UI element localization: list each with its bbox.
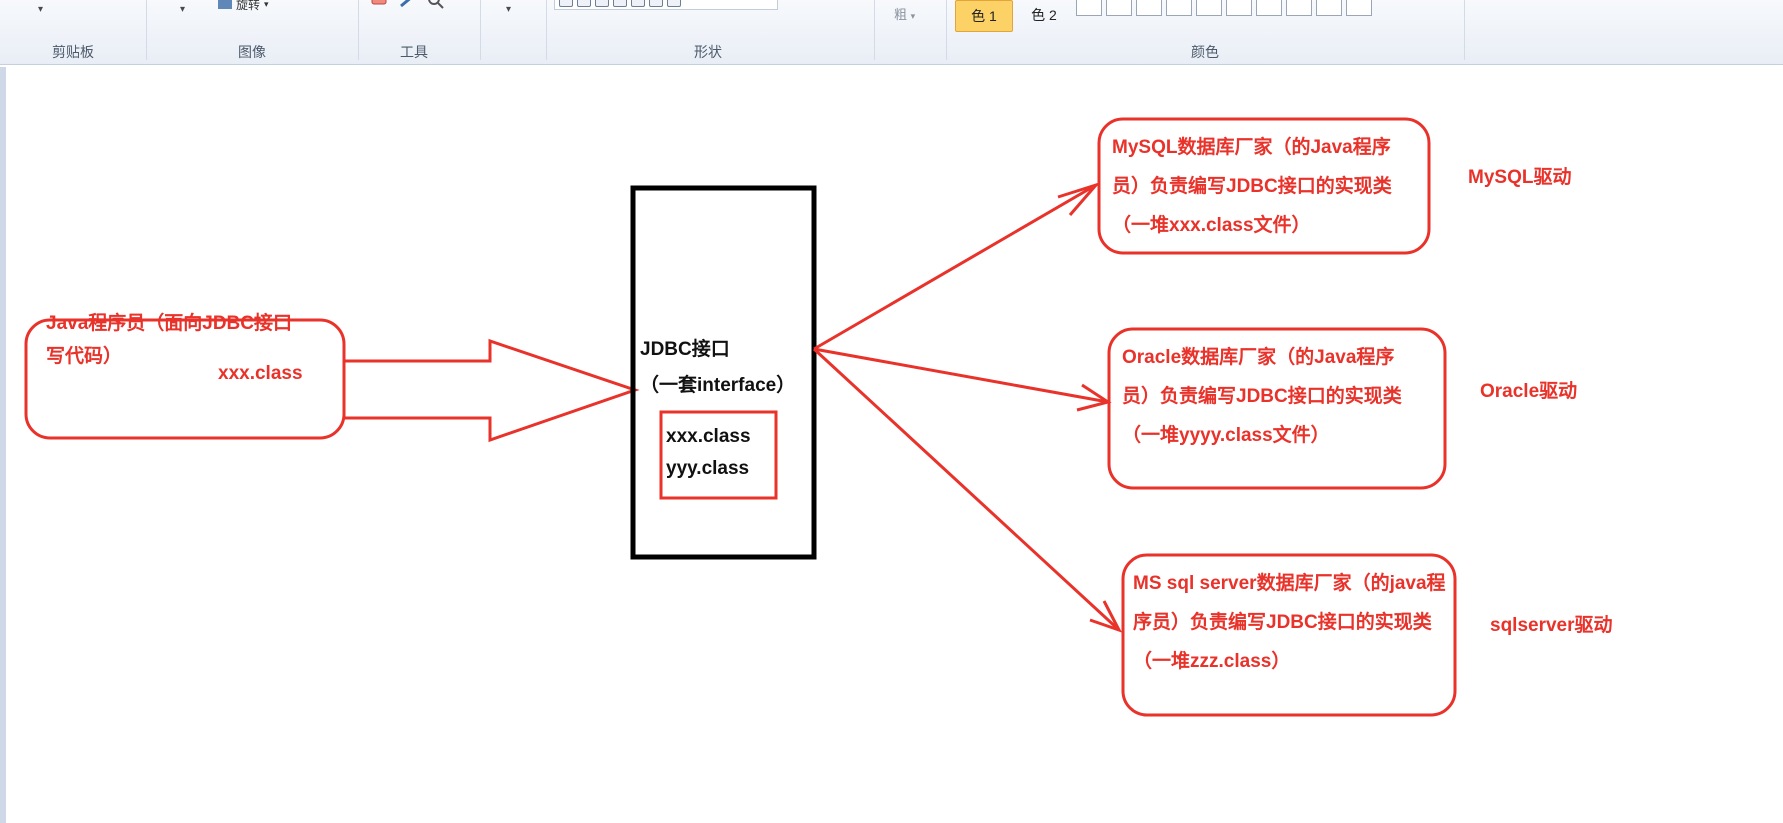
color-swatch[interactable] <box>1226 0 1252 16</box>
color2-label: 色 2 <box>1031 7 1057 23</box>
color-swatch[interactable] <box>1196 0 1222 16</box>
color-swatch[interactable] <box>1076 0 1102 16</box>
group-label-shapes: 形状 <box>694 44 722 60</box>
shape-up-arrow-icon[interactable] <box>595 0 609 7</box>
sqlserver-vendor-text: MS sql server数据库厂家（的java程序员）负责编写JDBC接口的实… <box>1133 573 1446 672</box>
arrow-to-oracle <box>813 347 1109 404</box>
size-dropdown-icon: ▾ <box>910 11 916 21</box>
programmer-box-file: xxx.class <box>218 363 303 384</box>
color-swatch[interactable] <box>1106 0 1132 16</box>
color-swatch[interactable] <box>1286 0 1312 16</box>
select-dropdown-arrow[interactable]: ▾ <box>180 4 185 15</box>
oracle-driver-label: Oracle驱动 <box>1480 381 1578 402</box>
shape-star-icon[interactable] <box>613 0 627 7</box>
jdbc-class-file: xxx.class <box>666 426 751 447</box>
group-label-colors: 颜色 <box>1191 44 1219 60</box>
size-label: 粗 <box>894 7 908 22</box>
shape-callout-cloud-icon[interactable] <box>667 0 681 7</box>
color1-label: 色 1 <box>971 8 997 24</box>
ribbon-separator <box>1464 0 1465 60</box>
ribbon-toolbar: ▾ 剪贴板 ▾ 旋转 ▾ 图像 工具 ▾ 形状 粗 ▾ 色 1 色 2 颜色 <box>0 0 1783 65</box>
ribbon-separator <box>874 0 875 60</box>
color-swatch[interactable] <box>1136 0 1162 16</box>
group-label-tools: 工具 <box>400 44 428 60</box>
brushes-dropdown-arrow[interactable]: ▾ <box>506 4 511 15</box>
oracle-vendor-text: Oracle数据库厂家（的Java程序员）负责编写JDBC接口的实现类（一堆yy… <box>1122 347 1402 446</box>
color1-button[interactable]: 色 1 <box>955 0 1013 32</box>
eraser-icon[interactable] <box>370 0 390 10</box>
color-swatch[interactable] <box>1316 0 1342 16</box>
ribbon-separator <box>480 0 481 60</box>
jdbc-box-subtitle: （一套interface） <box>640 375 796 396</box>
jdbc-class-file: yyy.class <box>666 458 750 479</box>
rotate-icon <box>218 0 232 9</box>
color2-button[interactable]: 色 2 <box>1016 0 1072 30</box>
shape-diamond-icon[interactable] <box>559 0 573 7</box>
rotate-label: 旋转 <box>236 0 261 12</box>
ribbon-separator <box>358 0 359 60</box>
ribbon-separator <box>546 0 547 60</box>
ribbon-separator <box>146 0 147 60</box>
group-label-image: 图像 <box>238 44 266 60</box>
ribbon-separator <box>946 0 947 60</box>
arrowhead-mysql <box>1057 181 1101 216</box>
drawing-canvas[interactable]: Java程序员（面向JDBC接口写代码） xxx.class JDBC接口 （一… <box>0 67 1783 823</box>
shape-callout-oval-icon[interactable] <box>649 0 663 7</box>
shape-callout-icon[interactable] <box>631 0 645 7</box>
shape-arrow-icon[interactable] <box>577 0 591 7</box>
size-button[interactable]: 粗 ▾ <box>894 4 915 23</box>
group-label-clipboard: 剪贴板 <box>52 44 94 60</box>
mysql-vendor-text: MySQL数据库厂家（的Java程序员）负责编写JDBC接口的实现类 （一堆xx… <box>1112 137 1392 236</box>
arrow-to-mysql <box>813 183 1097 351</box>
big-arrow-shape <box>342 338 640 443</box>
rotate-button[interactable]: 旋转 ▾ <box>218 0 269 12</box>
sqlserver-driver-label: sqlserver驱动 <box>1490 615 1613 636</box>
shapes-gallery[interactable] <box>554 0 778 10</box>
color-swatch[interactable] <box>1166 0 1192 16</box>
mysql-driver-label: MySQL驱动 <box>1468 167 1572 188</box>
arrow-to-sqlserver <box>812 347 1121 632</box>
paste-dropdown-arrow[interactable]: ▾ <box>38 4 43 15</box>
color-swatch[interactable] <box>1256 0 1282 16</box>
jdbc-box-title: JDBC接口 <box>640 339 730 360</box>
rotate-dropdown-icon: ▾ <box>264 0 269 9</box>
color-picker-icon[interactable] <box>398 0 418 10</box>
magnifier-icon[interactable] <box>426 0 446 10</box>
color-swatch[interactable] <box>1346 0 1372 16</box>
